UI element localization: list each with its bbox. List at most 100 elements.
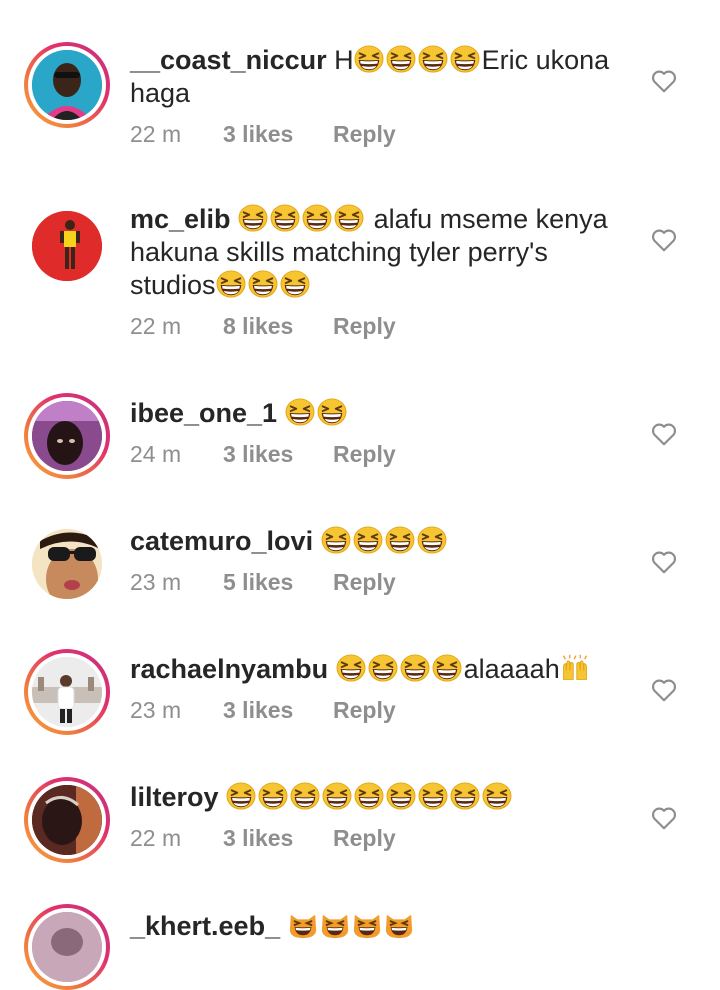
comment-likes[interactable]: 3 likes <box>223 121 333 148</box>
avatar-image <box>32 785 102 855</box>
grinning-cat-face-emoji-icon <box>353 914 380 939</box>
avatar-image <box>32 50 102 120</box>
emoji-group <box>336 654 464 684</box>
comment-likes[interactable]: 3 likes <box>223 441 333 468</box>
grinning-squinting-face-emoji-icon <box>353 526 383 554</box>
grinning-squinting-face-emoji-icon <box>386 45 416 73</box>
grinning-squinting-face-emoji-icon <box>322 782 352 810</box>
grinning-squinting-face-emoji-icon <box>226 782 256 810</box>
comment-likes[interactable]: 5 likes <box>223 569 333 596</box>
grinning-squinting-face-emoji-icon <box>290 782 320 810</box>
avatar[interactable] <box>24 393 110 479</box>
avatar[interactable] <box>24 521 110 607</box>
grinning-squinting-face-emoji-icon <box>417 526 447 554</box>
grinning-squinting-face-emoji-icon <box>386 782 416 810</box>
comment-time: 22 m <box>130 313 182 339</box>
grinning-squinting-face-emoji-icon <box>336 654 366 682</box>
reply-button[interactable]: Reply <box>333 121 396 148</box>
grinning-squinting-face-emoji-icon <box>354 45 384 73</box>
grinning-squinting-face-emoji-icon <box>418 782 448 810</box>
comment-meta: 22 m 8 likes Reply <box>130 313 635 340</box>
reply-button[interactable]: Reply <box>333 697 396 724</box>
comment-likes[interactable]: 3 likes <box>223 697 333 724</box>
heart-outline-icon[interactable] <box>651 678 677 702</box>
grinning-squinting-face-emoji-icon <box>482 782 512 810</box>
comment-time: 23 m <box>130 569 182 595</box>
grinning-squinting-face-emoji-icon <box>368 654 398 682</box>
grinning-squinting-face-emoji-icon <box>280 270 310 298</box>
grinning-squinting-face-emoji-icon <box>321 526 351 554</box>
reply-button[interactable]: Reply <box>333 313 396 340</box>
comment-meta: 23 m 5 likes Reply <box>130 569 635 596</box>
emoji-group <box>285 398 349 428</box>
comment-username[interactable]: __coast_niccur <box>130 45 327 75</box>
avatar[interactable] <box>24 904 110 990</box>
comment-time: 24 m <box>130 441 182 467</box>
grinning-squinting-face-emoji-icon <box>432 654 462 682</box>
grinning-cat-face-emoji-icon <box>385 914 412 939</box>
comment-time: 23 m <box>130 697 182 723</box>
raising-hands-emoji-icon <box>562 654 587 680</box>
grinning-squinting-face-emoji-icon <box>302 204 332 232</box>
emoji-group <box>216 270 312 300</box>
avatar-photo-icon <box>32 912 102 982</box>
avatar[interactable] <box>24 649 110 735</box>
comment-text: _khert.eeb_ <box>130 910 635 943</box>
comment-text: catemuro_lovi <box>130 525 635 558</box>
avatar-photo-icon <box>32 50 102 120</box>
comment-time: 22 m <box>130 825 182 851</box>
avatar[interactable] <box>24 42 110 128</box>
grinning-squinting-face-emoji-icon <box>317 398 347 426</box>
comment-meta: 22 m 3 likes Reply <box>130 121 635 148</box>
comment-text: ibee_one_1 <box>130 397 635 430</box>
avatar[interactable] <box>24 777 110 863</box>
grinning-cat-face-emoji-icon <box>289 914 316 939</box>
emoji-group <box>354 45 482 75</box>
comment-text: rachaelnyambu alaaaah <box>130 653 635 686</box>
comment-username[interactable]: catemuro_lovi <box>130 526 313 556</box>
grinning-squinting-face-emoji-icon <box>270 204 300 232</box>
comment-meta: 22 m 3 likes Reply <box>130 825 635 852</box>
comment-username[interactable]: ibee_one_1 <box>130 398 277 428</box>
raising-hands-emoji-icon <box>560 654 592 684</box>
grinning-squinting-face-emoji-icon <box>385 526 415 554</box>
heart-outline-icon[interactable] <box>651 69 677 93</box>
cat-emoji-group <box>288 911 416 941</box>
avatar-photo-icon <box>32 785 102 855</box>
comment-meta: 23 m 3 likes Reply <box>130 697 635 724</box>
comment-username[interactable]: _khert.eeb_ <box>130 911 280 941</box>
comment-text: mc_elib alafu mseme kenya hakuna skills … <box>130 204 608 300</box>
avatar-image <box>32 912 102 982</box>
reply-button[interactable]: Reply <box>333 441 396 468</box>
avatar[interactable] <box>24 203 110 289</box>
reply-button[interactable]: Reply <box>333 825 396 852</box>
comment-likes[interactable]: 3 likes <box>223 825 333 852</box>
grinning-squinting-face-emoji-icon <box>450 45 480 73</box>
grinning-squinting-face-emoji-icon <box>450 782 480 810</box>
avatar-photo-icon <box>32 529 102 599</box>
grinning-squinting-face-emoji-icon <box>418 45 448 73</box>
avatar-image <box>32 401 102 471</box>
comment-likes[interactable]: 8 likes <box>223 313 333 340</box>
grinning-squinting-face-emoji-icon <box>334 204 364 232</box>
grinning-squinting-face-emoji-icon <box>258 782 288 810</box>
emoji-group <box>226 782 514 812</box>
comment-meta: 24 m 3 likes Reply <box>130 441 635 468</box>
heart-outline-icon[interactable] <box>651 550 677 574</box>
heart-outline-icon[interactable] <box>651 806 677 830</box>
comment-username[interactable]: lilteroy <box>130 782 219 812</box>
heart-outline-icon[interactable] <box>651 422 677 446</box>
grinning-squinting-face-emoji-icon <box>354 782 384 810</box>
comment-time: 22 m <box>130 121 182 147</box>
grinning-squinting-face-emoji-icon <box>248 270 278 298</box>
comment-username[interactable]: mc_elib <box>130 204 231 234</box>
grinning-squinting-face-emoji-icon <box>216 270 246 298</box>
reply-button[interactable]: Reply <box>333 569 396 596</box>
grinning-cat-face-emoji-icon <box>321 914 348 939</box>
comment-text: __coast_niccur H Eric ukona haga <box>130 45 610 108</box>
avatar-image <box>32 657 102 727</box>
avatar-image <box>32 529 102 599</box>
avatar-image <box>32 211 102 281</box>
heart-outline-icon[interactable] <box>651 228 677 252</box>
comment-username[interactable]: rachaelnyambu <box>130 654 328 684</box>
